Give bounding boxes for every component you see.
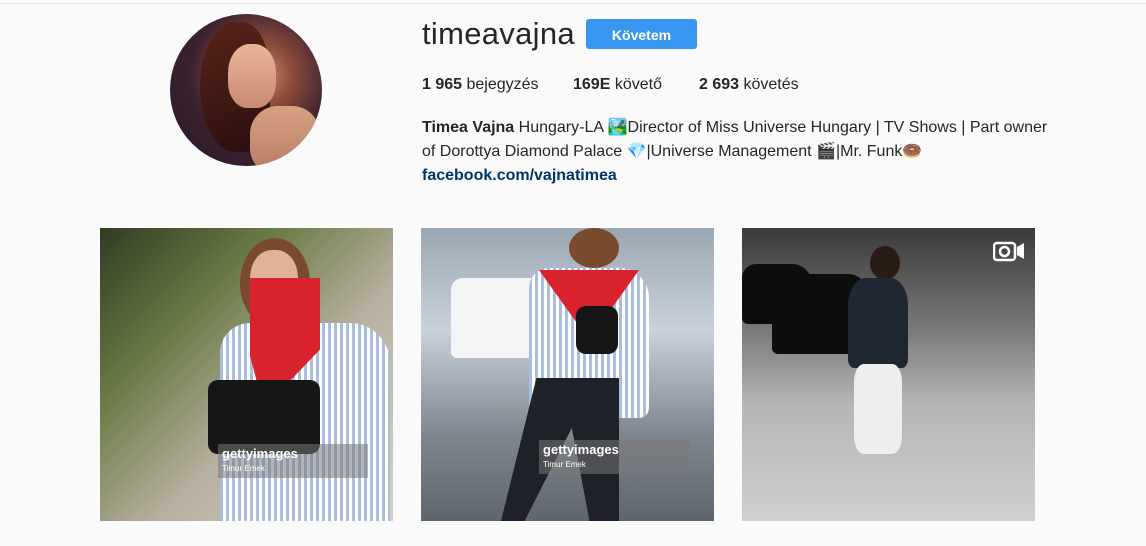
avatar-face xyxy=(228,44,276,108)
post-1-handbag xyxy=(208,380,320,454)
post-2-handbag xyxy=(576,306,618,354)
post-2-watermark-credit: Timur Emek xyxy=(543,460,586,469)
followers-count: 169E xyxy=(573,76,611,93)
bio-line-2: of Dorottya Diamond Palace 💎|Universe Ma… xyxy=(422,143,923,160)
post-1-watermark-credit: Timur Emek xyxy=(222,464,265,473)
video-icon xyxy=(993,241,1024,262)
followers-label: követő xyxy=(614,76,662,93)
profile-avatar[interactable] xyxy=(170,14,322,166)
following-count: 2 693 xyxy=(699,76,740,93)
posts-label: bejegyzés xyxy=(466,76,539,93)
post-thumbnail-1[interactable]: gettyimages Timur Emek xyxy=(100,228,393,521)
profile-full-name: Timea Vajna xyxy=(422,119,515,136)
posts-stat: 1 965 bejegyzés xyxy=(422,76,539,94)
following-label: követés xyxy=(743,76,799,93)
posts-count: 1 965 xyxy=(422,76,463,93)
follow-button[interactable]: Követem xyxy=(586,19,697,49)
profile-website-link[interactable]: facebook.com/vajnatimea xyxy=(422,164,1052,188)
profile-bio: Timea Vajna Hungary-LA 🏞️Director of Mis… xyxy=(422,116,1052,188)
post-thumbnail-3[interactable] xyxy=(742,228,1035,521)
post-thumbnail-2[interactable]: gettyimages Timur Emek xyxy=(421,228,714,521)
post-2-watermark-brand: gettyimages xyxy=(543,442,619,457)
following-stat[interactable]: 2 693 követés xyxy=(699,76,799,94)
post-2-watermark: gettyimages Timur Emek xyxy=(539,440,689,474)
profile-username: timeavajna xyxy=(422,16,575,51)
followers-stat[interactable]: 169E követő xyxy=(573,76,662,94)
post-3-pants xyxy=(854,364,902,454)
post-3-hair xyxy=(870,246,900,280)
post-1-watermark: gettyimages Timur Emek xyxy=(218,444,368,478)
top-divider xyxy=(0,3,1146,4)
post-1-watermark-brand: gettyimages xyxy=(222,446,298,461)
avatar-shoulder xyxy=(250,106,320,166)
post-3-jacket xyxy=(848,278,908,368)
post-2-hair xyxy=(569,228,619,268)
bio-line-1: Hungary-LA 🏞️Director of Miss Universe H… xyxy=(518,119,1048,136)
